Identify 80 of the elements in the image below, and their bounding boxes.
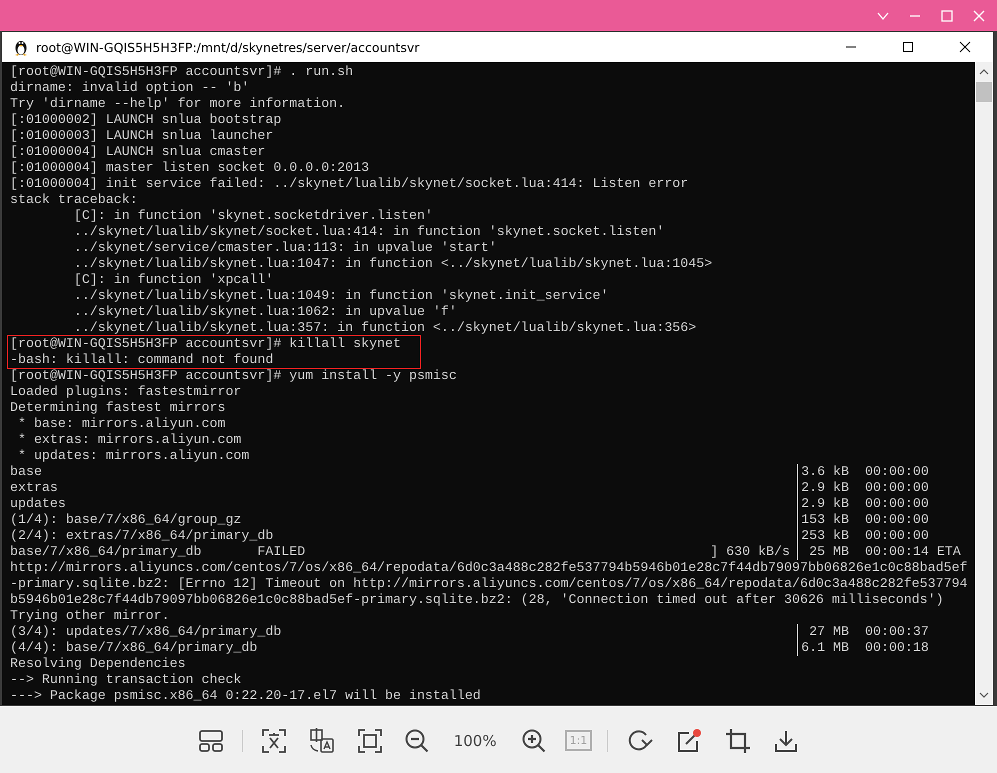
transfer-size: 3.6 kB [801, 464, 849, 479]
minimize-icon [846, 46, 856, 48]
close-icon [958, 41, 970, 53]
fit-frame-icon [358, 728, 382, 752]
scrollbar-thumb[interactable] [976, 82, 992, 102]
zoom-level: 100% [452, 732, 498, 750]
terminal-line: (1/4): base/7/x86_64/group_gz [10, 512, 242, 528]
transfer-time: 00:00:00 [865, 480, 930, 496]
terminal-line: base/7/x86_64/primary_db FAILED [10, 544, 306, 560]
close-icon [972, 8, 986, 22]
terminal-line: ../skynet/lualib/skynet/socket.lua:414: in function 'skynet.socket.listen' [72, 224, 664, 240]
terminal-line: [C]: in function 'xpcall' [72, 272, 274, 288]
transfer-time: 00:00:18 [865, 640, 930, 656]
terminal-line: [:01000004] LAUNCH snlua cmaster [10, 144, 266, 160]
transfer-time: 00:00:37 [865, 624, 930, 640]
terminal-line: * base: mirrors.aliyun.com [16, 416, 226, 432]
terminal-line: extras [10, 480, 58, 496]
transfer-size: 153 kB [801, 512, 849, 527]
terminal-line: [root@WIN-GQIS5H5H3FP accountsvr]# yum install -y psmisc [10, 368, 457, 384]
terminal-line: ../skynet/service/cmaster.lua:113: in upvalue 'start' [72, 240, 497, 256]
terminal-line: ../skynet/lualib/skynet.lua:1049: in function 'skynet.init_service' [72, 288, 608, 304]
layout-icon [198, 730, 223, 752]
transfer-size: 253 kB [801, 528, 849, 543]
terminal-line: Loaded plugins: fastestmirror [10, 384, 242, 400]
transfer-size: 2.9 kB [801, 496, 849, 511]
terminal-line: * extras: mirrors.aliyun.com [16, 432, 242, 448]
terminal-line: ../skynet/lualib/skynet.lua:1047: in function <../skynet/lualib/skynet.lua:1045> [72, 256, 712, 272]
terminal-line: base [10, 464, 42, 480]
transfer-time: 00:00:14 ETA [865, 544, 962, 560]
terminal-line: * updates: mirrors.aliyun.com [16, 448, 250, 464]
transfer-time: 00:00:00 [865, 464, 930, 480]
transfer-rate: ] 630 kB/s [710, 544, 790, 559]
terminal-line: ../skynet/lualib/skynet.lua:1062: in upvalue 'f' [72, 304, 457, 320]
terminal-line: [root@WIN-GQIS5H5H3FP accountsvr]# killall skynet [10, 336, 401, 352]
terminal-line: stack traceback: [10, 192, 138, 208]
terminal-line: b5946b01e28c7f44db79097bb06826e1c0c88bad5ef-primary.sqlite.bz2: (28, 'Connection timed out after 30626 milliseconds') [10, 592, 944, 608]
terminal-line: dirname: invalid option -- 'b' [10, 80, 250, 96]
transfer-size: 2.9 kB [801, 480, 849, 495]
zoom-in-icon [522, 728, 546, 752]
terminal-line: (4/4): base/7/x86_64/primary_db [10, 640, 258, 656]
terminal-line: [:01000003] LAUNCH snlua launcher [10, 128, 274, 144]
scroll-up-icon [979, 68, 989, 76]
terminal-line: Try 'dirname --help' for more information. [10, 96, 346, 112]
transfer-time: 00:00:00 [865, 496, 930, 512]
minimize-icon [910, 14, 920, 16]
transfer-size: 27 MB [809, 624, 849, 639]
terminal-line: --> Running transaction check [10, 672, 242, 688]
scrollbar[interactable] [975, 62, 993, 705]
terminal-line: ../skynet/lualib/skynet.lua:357: in function <../skynet/lualib/skynet.lua:356> [72, 320, 696, 336]
window-title: root@WIN-GQIS5H5H3FP:/mnt/d/skynetres/server/accountsvr [36, 40, 420, 54]
transfer-size: 25 MB [809, 544, 849, 559]
terminal-line: Resolving Dependencies [10, 656, 186, 672]
crop-icon [725, 728, 752, 754]
rotate-icon [627, 728, 654, 752]
terminal-line: (2/4): extras/7/x86_64/primary_db [10, 528, 274, 544]
terminal-line: Determining fastest mirrors [10, 400, 226, 416]
terminal-line: -bash: killall: command not found [10, 352, 274, 368]
terminal-line: [:01000004] init service failed: ../skynet/lualib/skynet/socket.lua:414: Listen error [10, 176, 688, 192]
terminal-line: [C]: in function 'skynet.socketdriver.listen' [72, 208, 433, 224]
terminal-line: updates [10, 496, 66, 512]
transfer-time: 00:00:00 [865, 528, 930, 544]
terminal-line: [:01000004] master listen socket 0.0.0.0:2013 [10, 160, 370, 176]
transfer-time: 00:00:00 [865, 512, 930, 528]
terminal-line: Trying other mirror. [10, 608, 170, 624]
zoom-out-icon [404, 728, 429, 752]
terminal-line: ---> Package psmisc.x86_64 0:22.20-17.el7 will be installed [10, 688, 481, 704]
terminal-line: -primary.sqlite.bz2: [Errno 12] Timeout on http://mirrors.aliyuncs.com/centos/7/os/x86_64/repodata/6d0c3a488c282fe537794 [10, 576, 968, 592]
terminal-line: http://mirrors.aliyuncs.com/centos/7/os/x86_64/repodata/6d0c3a488c282fe537794b5946b01e28c7f44db79097bb06826e1c0c88bad5ef [10, 560, 968, 576]
terminal-line: [:01000002] LAUNCH snlua bootstrap [10, 112, 282, 128]
penguin-icon [13, 38, 29, 56]
maximize-icon [902, 41, 914, 53]
terminal-line: (3/4): updates/7/x86_64/primary_db [10, 624, 282, 640]
scan-frame-icon [262, 728, 286, 752]
scroll-down-icon [979, 691, 989, 699]
translate-icon [308, 728, 335, 754]
terminal-line: [root@WIN-GQIS5H5H3FP accountsvr]# . run.sh [10, 64, 354, 80]
transfer-size: 6.1 MB [801, 640, 849, 655]
maximize-icon [940, 8, 954, 22]
download-icon [774, 728, 798, 752]
edit-icon [676, 728, 702, 754]
